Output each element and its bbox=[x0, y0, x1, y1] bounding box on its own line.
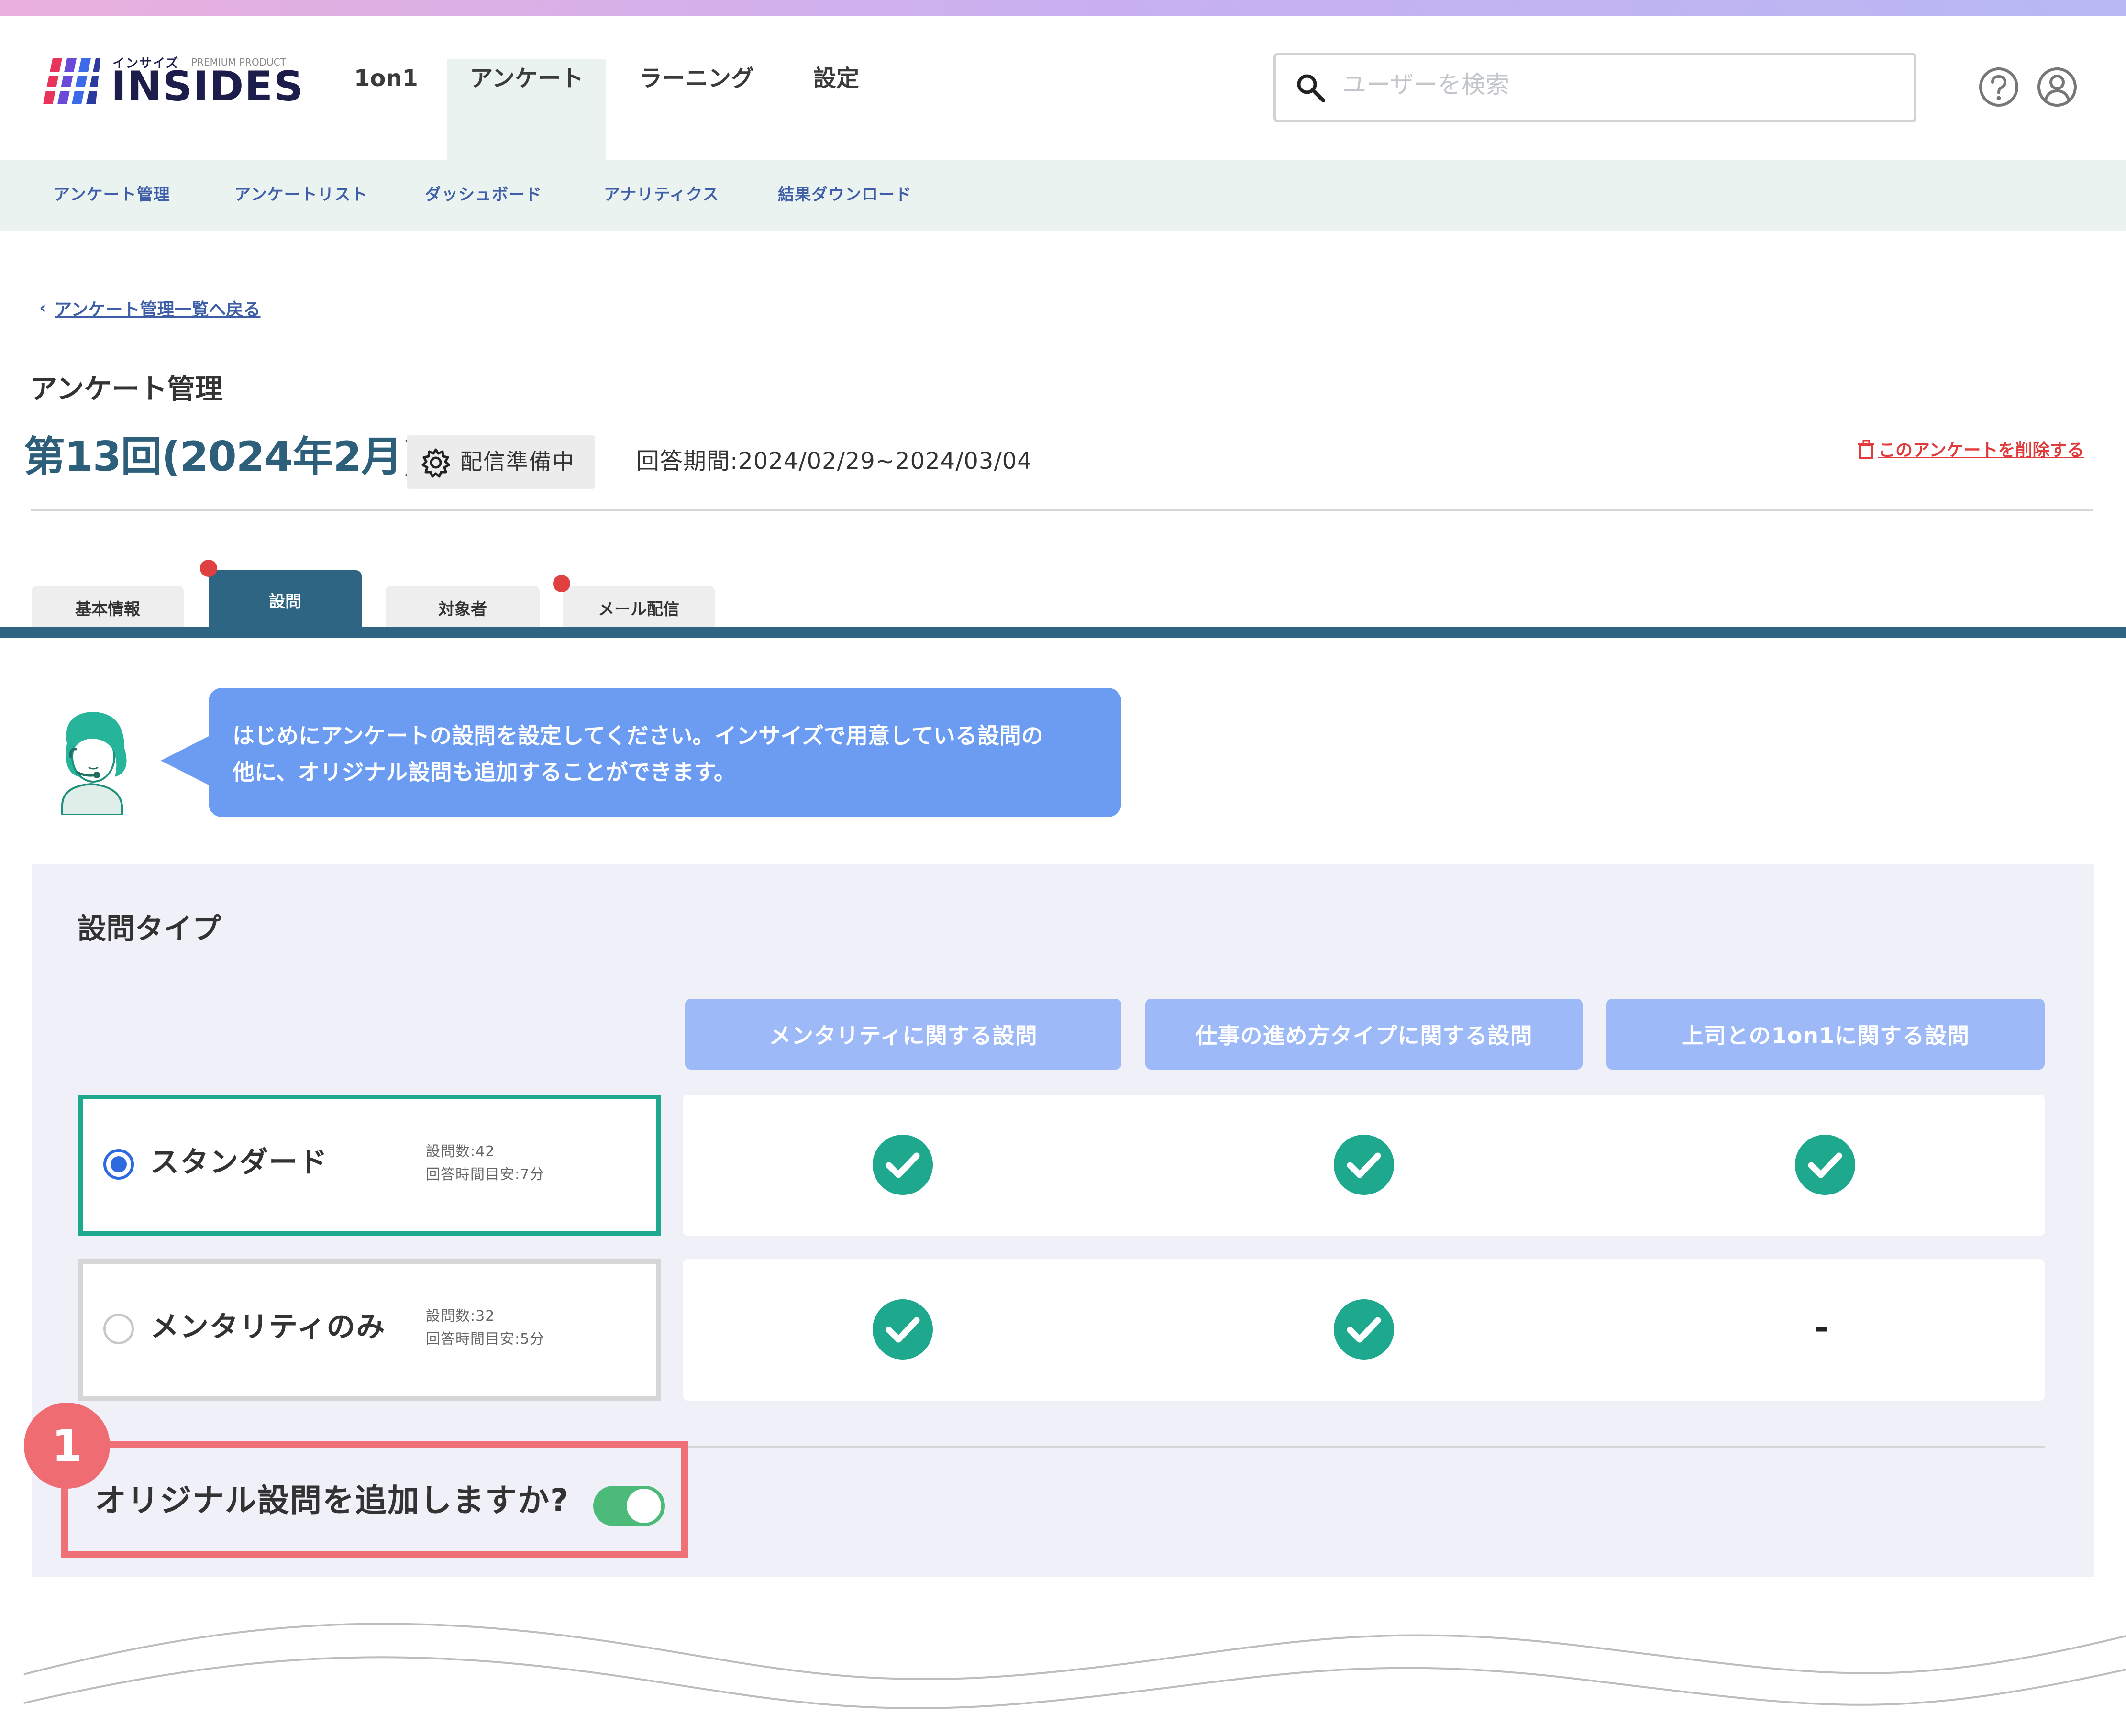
nav-1on1[interactable]: 1on1 bbox=[354, 67, 418, 90]
guide-text-line1: はじめにアンケートの設問を設定してください。インサイズで用意している設問の bbox=[233, 723, 1043, 749]
tab-alert-dot bbox=[200, 560, 217, 577]
page-cut-wave bbox=[23, 1623, 2126, 1709]
not-included-mark: - bbox=[1814, 1307, 1828, 1347]
check-circle-icon bbox=[873, 1299, 933, 1360]
column-1on1-boss: 上司との1on1に関する設問 bbox=[1606, 999, 2045, 1070]
bubble-tail bbox=[161, 734, 213, 787]
answer-period: 回答期間:2024/02/29~2024/03/04 bbox=[636, 448, 1032, 475]
help-icon[interactable] bbox=[1978, 66, 2020, 108]
column-mentality: メンタリティに関する設問 bbox=[685, 999, 1121, 1070]
tab-targets[interactable]: 対象者 bbox=[386, 586, 540, 630]
option-standard-count: 設問数:42 bbox=[426, 1143, 495, 1160]
status-label: 配信準備中 bbox=[460, 449, 575, 475]
tab-alert-dot bbox=[553, 575, 570, 592]
survey-title: 第13回(2024年2月) bbox=[24, 433, 421, 481]
radio-standard[interactable] bbox=[103, 1149, 134, 1180]
back-chevron-icon[interactable]: ‹ bbox=[39, 299, 46, 317]
top-gradient-bar bbox=[0, 0, 2126, 16]
option-mentality-time: 回答時間目安:5分 bbox=[426, 1331, 545, 1348]
option-mentality-meta: 設問数:32 回答時間目安:5分 bbox=[426, 1305, 544, 1351]
subnav-results-download[interactable]: 結果ダウンロード bbox=[778, 187, 912, 203]
section-label: アンケート管理 bbox=[30, 373, 223, 405]
trash-icon[interactable] bbox=[1858, 440, 1874, 459]
option-mentality-label: メンタリティのみ bbox=[150, 1310, 386, 1344]
nav-learning[interactable]: ラーニング bbox=[639, 67, 754, 90]
check-circle-icon bbox=[1334, 1299, 1394, 1360]
radio-mentality[interactable] bbox=[103, 1314, 134, 1344]
subnav-survey-list[interactable]: アンケートリスト bbox=[234, 187, 368, 203]
insides-logo-icon bbox=[38, 58, 100, 104]
title-divider bbox=[31, 509, 2093, 511]
toggle-knob[interactable] bbox=[627, 1489, 661, 1523]
original-question-label: オリジナル設問を追加しますか? bbox=[95, 1482, 570, 1519]
support-operator-avatar bbox=[61, 712, 127, 815]
option-mentality-count: 設問数:32 bbox=[426, 1308, 495, 1325]
delete-survey-link[interactable]: このアンケートを削除する bbox=[1878, 442, 2084, 459]
check-circle-icon bbox=[1334, 1135, 1394, 1195]
search-icon bbox=[1297, 74, 1325, 102]
option-standard-label: スタンダード bbox=[150, 1146, 328, 1179]
subnav-survey-management[interactable]: アンケート管理 bbox=[54, 187, 170, 203]
back-to-list-link[interactable]: アンケート管理一覧へ戻る bbox=[55, 301, 261, 319]
tab-underline bbox=[0, 627, 2126, 638]
logo-wordmark[interactable]: INSIDES bbox=[111, 66, 304, 107]
guide-text-line2: 他に、オリジナル設問も追加することができます。 bbox=[233, 759, 736, 785]
subnav-analytics[interactable]: アナリティクス bbox=[604, 187, 719, 203]
option-standard-time: 回答時間目安:7分 bbox=[426, 1166, 545, 1183]
tab-basic-info[interactable]: 基本情報 bbox=[32, 586, 184, 630]
question-type-title: 設問タイプ bbox=[78, 912, 221, 946]
nav-survey[interactable]: アンケート bbox=[470, 67, 584, 90]
column-work-style: 仕事の進め方タイプに関する設問 bbox=[1145, 999, 1583, 1070]
tab-questions[interactable]: 設問 bbox=[209, 570, 362, 630]
user-account-icon[interactable] bbox=[2036, 66, 2078, 108]
check-circle-icon bbox=[1795, 1135, 1855, 1195]
check-circle-icon bbox=[873, 1135, 933, 1195]
option-standard-meta: 設問数:42 回答時間目安:7分 bbox=[426, 1140, 544, 1186]
guide-text: はじめにアンケートの設問を設定してください。インサイズで用意している設問の 他に… bbox=[233, 718, 1108, 790]
subnav-dashboard[interactable]: ダッシュボード bbox=[425, 187, 542, 203]
tab-mail-delivery[interactable]: メール配信 bbox=[563, 586, 715, 630]
nav-settings[interactable]: 設定 bbox=[813, 67, 859, 90]
search-placeholder: ユーザーを検索 bbox=[1342, 71, 1509, 99]
step-badge: 1 bbox=[24, 1403, 110, 1489]
gear-icon bbox=[421, 448, 450, 478]
